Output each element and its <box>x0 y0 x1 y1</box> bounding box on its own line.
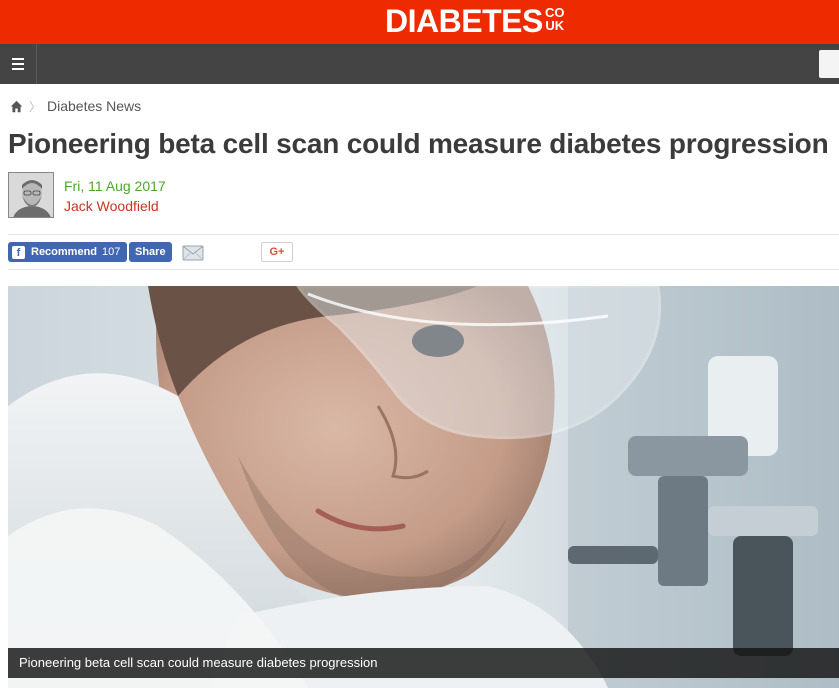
breadcrumb: 〉 Diabetes News <box>10 98 141 114</box>
hamburger-icon-line <box>12 68 24 70</box>
hamburger-icon <box>12 58 24 60</box>
publish-date: Fri, 11 Aug 2017 <box>64 178 166 194</box>
recommend-count: 107 <box>102 246 121 258</box>
divider <box>8 269 839 270</box>
facebook-recommend-button[interactable]: f Recommend 107 <box>8 242 128 262</box>
recommend-label: Recommend <box>31 246 98 258</box>
site-logo[interactable]: DIABETES <box>385 3 543 39</box>
article-title: Pioneering beta cell scan could measure … <box>8 128 829 159</box>
facebook-share-button[interactable]: Share <box>129 242 172 262</box>
email-icon[interactable] <box>182 242 204 262</box>
author-avatar[interactable] <box>8 172 54 218</box>
breadcrumb-separator: 〉 <box>29 99 42 114</box>
scientist-microscope-image <box>8 286 839 688</box>
home-icon[interactable] <box>10 100 23 113</box>
logo-suffix-uk: UK <box>545 18 565 33</box>
hamburger-menu-button[interactable] <box>0 44 37 84</box>
divider <box>8 234 839 235</box>
breadcrumb-section-link[interactable]: Diabetes News <box>47 98 141 114</box>
site-logo-suffix: CO UK <box>545 6 565 32</box>
google-plus-button[interactable]: G+ <box>261 242 293 262</box>
facebook-icon: f <box>12 245 25 259</box>
article-hero-image <box>8 286 839 688</box>
author-link[interactable]: Jack Woodfield <box>64 198 159 214</box>
brand-header: DIABETES CO UK <box>0 0 839 44</box>
hamburger-icon-line <box>12 63 24 65</box>
image-caption: Pioneering beta cell scan could measure … <box>8 648 839 678</box>
search-input[interactable] <box>819 50 839 78</box>
main-nav-bar <box>0 44 839 84</box>
